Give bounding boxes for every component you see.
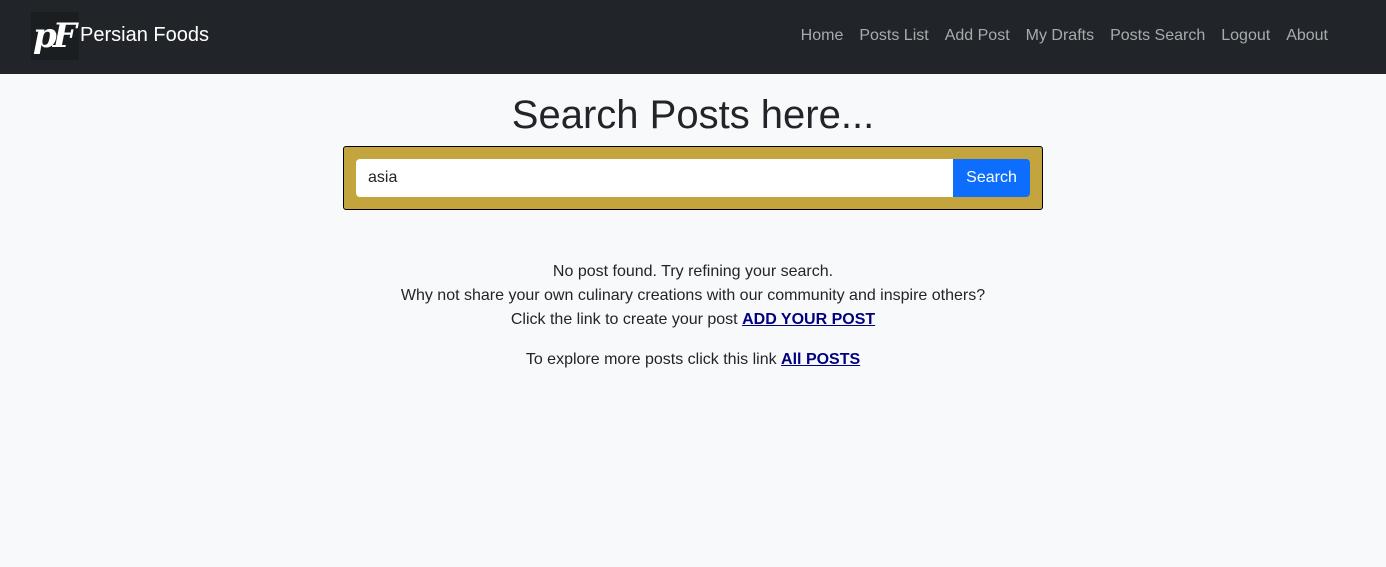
brand-name: Persian Foods bbox=[80, 23, 209, 46]
nav-link-add-post[interactable]: Add Post bbox=[945, 26, 1010, 46]
share-prompt-text: Why not share your own culinary creation… bbox=[400, 287, 986, 304]
search-input[interactable] bbox=[356, 159, 953, 197]
nav-link-logout[interactable]: Logout bbox=[1221, 26, 1270, 46]
create-post-prefix: Click the link to create your post bbox=[510, 311, 738, 328]
nav-link-posts-list[interactable]: Posts List bbox=[859, 26, 928, 46]
page-title: Search Posts here... bbox=[511, 93, 875, 137]
no-results-message: No post found. Try refining your search.… bbox=[0, 260, 1386, 332]
add-your-post-link[interactable]: ADD YOUR POST bbox=[742, 311, 875, 328]
search-button[interactable]: Search bbox=[953, 159, 1030, 197]
persian-foods-logo-icon: pF bbox=[31, 12, 79, 60]
main-content: Search Posts here... Search No post foun… bbox=[0, 93, 1386, 372]
all-posts-link[interactable]: All POSTS bbox=[781, 351, 860, 368]
nav-links: Home Posts List Add Post My Drafts Posts… bbox=[785, 26, 1328, 46]
nav-link-home[interactable]: Home bbox=[801, 26, 844, 46]
nav-link-my-drafts[interactable]: My Drafts bbox=[1026, 26, 1094, 46]
nav-link-posts-search[interactable]: Posts Search bbox=[1110, 26, 1205, 46]
search-form: Search bbox=[343, 146, 1043, 210]
navbar: pF Persian Foods Home Posts List Add Pos… bbox=[0, 0, 1386, 74]
create-post-line: Click the link to create your post ADD Y… bbox=[0, 308, 1386, 332]
not-found-text: No post found. Try refining your search. bbox=[552, 263, 834, 280]
explore-prefix: To explore more posts click this link bbox=[525, 351, 777, 368]
brand-home-link[interactable]: pF Persian Foods bbox=[31, 12, 209, 60]
explore-posts-line: To explore more posts click this link Al… bbox=[0, 348, 1386, 372]
nav-link-about[interactable]: About bbox=[1286, 26, 1328, 46]
